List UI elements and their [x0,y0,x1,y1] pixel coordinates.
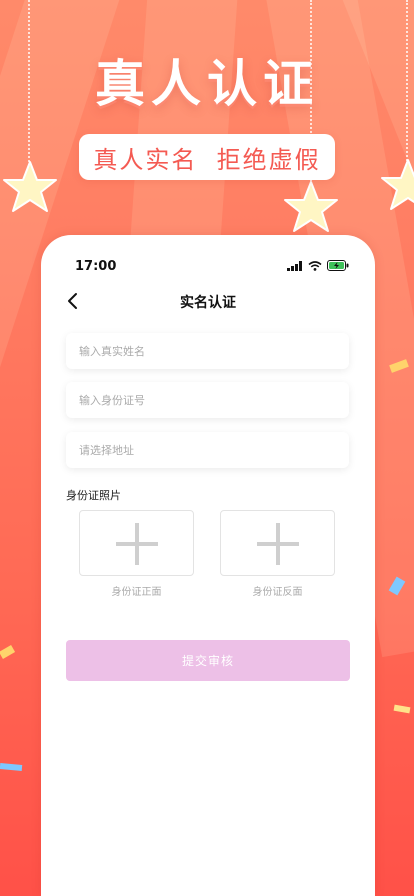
status-bar: 17:00 [41,235,375,281]
id-front-caption: 身份证正面 [111,587,162,598]
status-icons [287,260,349,271]
page-title: 实名认证 [180,295,236,311]
star-icon [3,161,57,212]
upload-id-front-button[interactable] [79,510,194,576]
banner-slogan-text: 真人实名 拒绝虚假 [93,145,321,174]
id-number-input[interactable] [66,382,349,418]
signal-icon [287,260,302,271]
submit-button[interactable]: 提交审核 [66,640,350,681]
address-picker[interactable] [66,432,349,468]
nav-bar: 实名认证 [41,287,375,317]
phone-screen: 17:00 实名认证 输入真实姓名 输入身份证号 请选择地址 身份证照片 身份证… [41,235,375,896]
id-back-caption: 身份证反面 [252,587,303,598]
name-input[interactable] [66,333,349,369]
wifi-icon [308,260,322,271]
photo-section-label: 身份证照片 [66,489,121,502]
star-icon [284,181,338,232]
battery-charging-icon [327,260,349,271]
banner-slogan: 真人实名 拒绝虚假 [79,134,335,180]
star-icon [381,159,414,210]
status-time: 17:00 [75,259,117,274]
banner-headline: 真人认证 [95,55,319,113]
upload-id-back-button[interactable] [220,510,335,576]
